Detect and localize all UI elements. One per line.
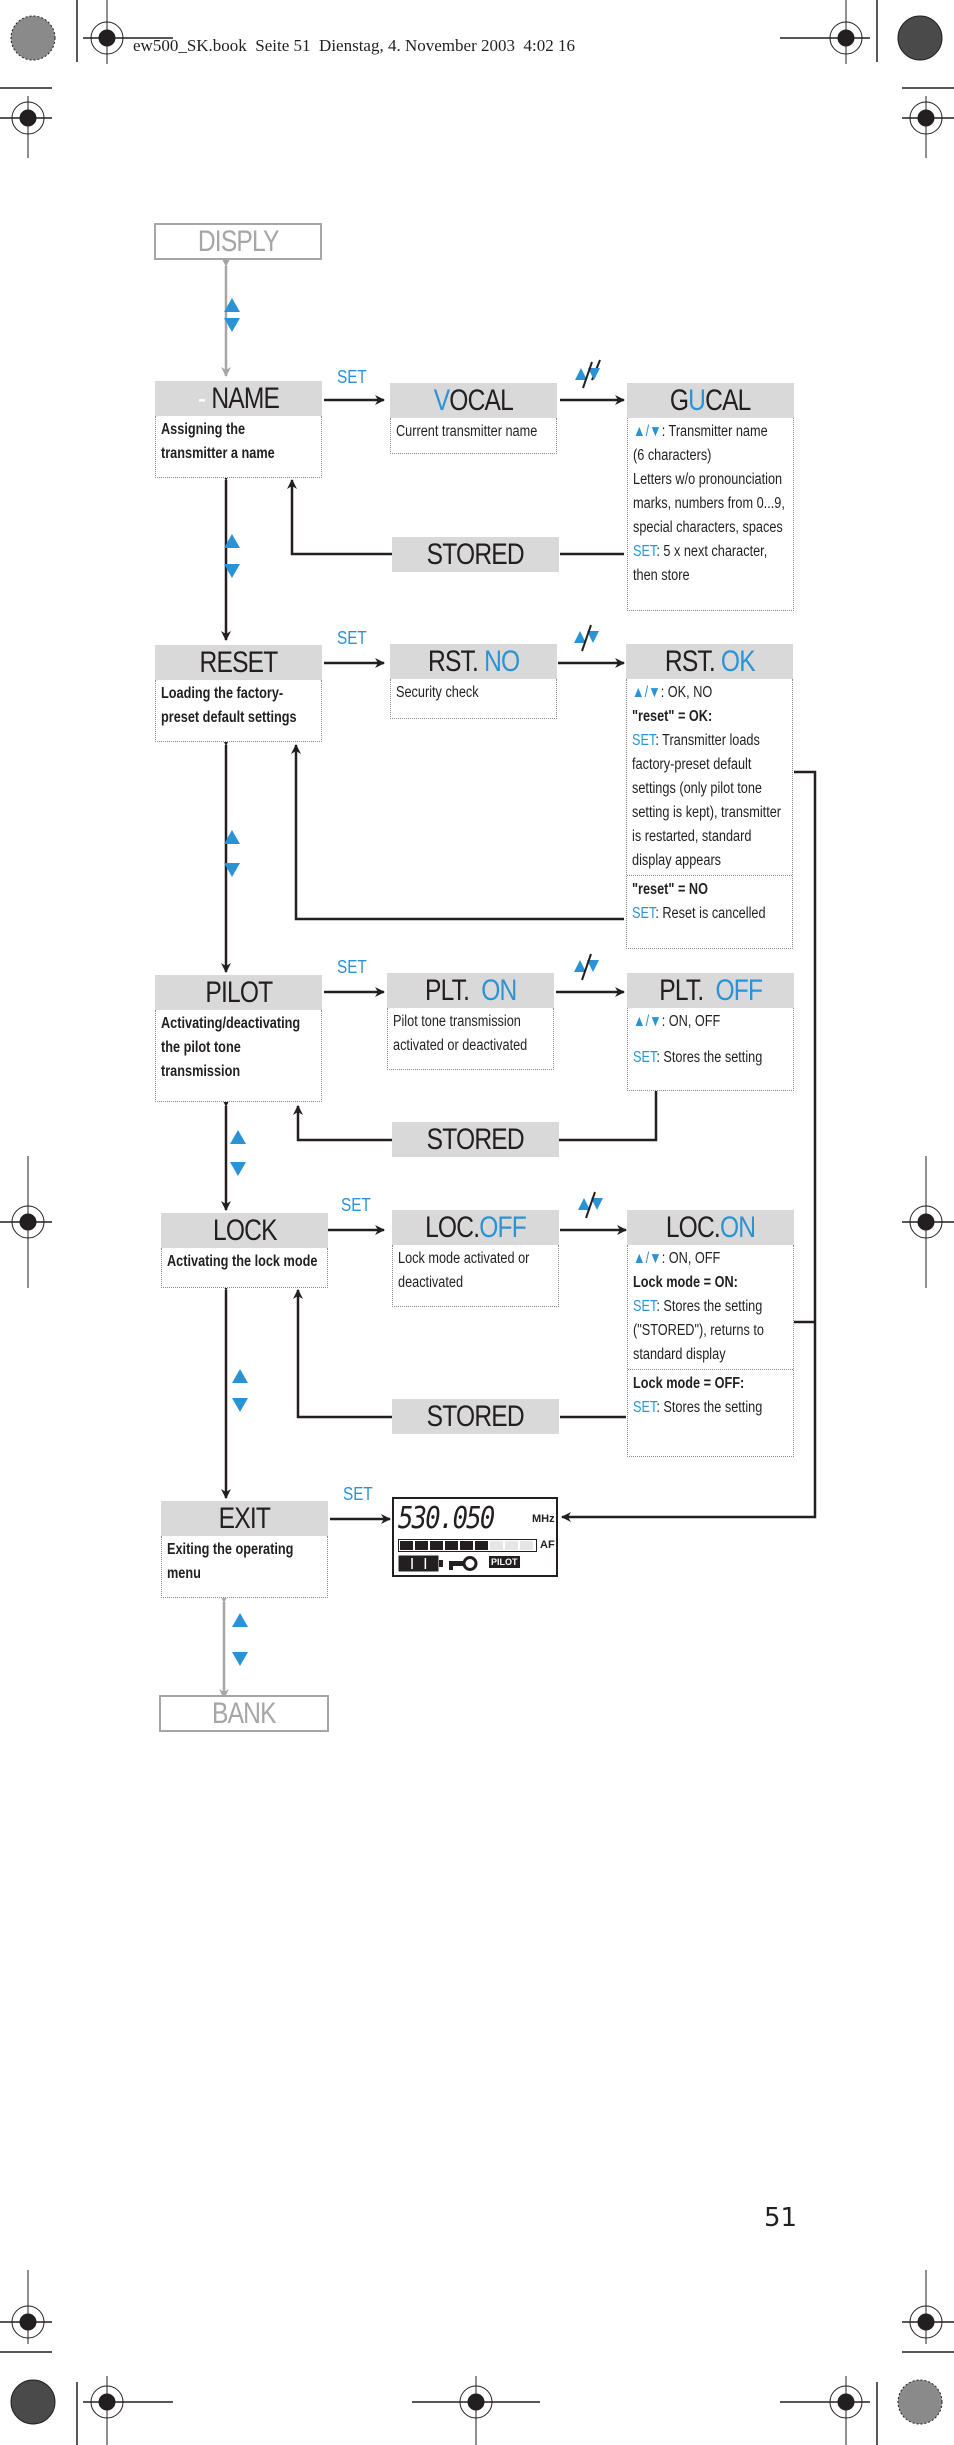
reset-step2-description: ▲/▼: OK, NO "reset" = OK: SET: Transmitt…: [626, 679, 793, 949]
arrow-pilot-stored-back: [293, 1105, 392, 1142]
af-segment: [415, 1541, 428, 1550]
up-triangle-icon: [230, 1130, 246, 1144]
exit-description: Exiting the operating menu: [161, 1536, 328, 1598]
set-label: SET: [337, 628, 367, 648]
name-step2-description: ▲/▼: Transmitter name (6 characters) Let…: [627, 418, 794, 611]
af-segment: [400, 1541, 413, 1550]
down-triangle-icon: [230, 1162, 246, 1176]
frequency-unit: MHz: [532, 1513, 555, 1525]
name-description: Assigning the transmitter a name: [155, 416, 322, 478]
af-segment: [490, 1541, 503, 1550]
standard-display: 530.050 MHz AF PILOT: [392, 1497, 558, 1577]
moire-disc-icon: [10, 2379, 56, 2425]
af-segment: [445, 1541, 458, 1550]
af-segment: [430, 1541, 443, 1550]
battery-segment-gap: [424, 1558, 427, 1569]
name-step1-description: Current transmitter name: [390, 418, 557, 454]
af-segment: [520, 1541, 533, 1550]
lock-stored: STORED: [392, 1399, 559, 1434]
menu-item-lock: LOCK: [161, 1213, 328, 1248]
name-step-vocal: VOCAL: [390, 383, 557, 418]
set-label: SET: [337, 367, 367, 387]
moire-disc-icon: [897, 15, 943, 61]
pilot-step-plt-off: PLT. OFF: [627, 973, 794, 1008]
pilot-step2-description: ▲/▼: ON, OFF SET: Stores the setting: [627, 1008, 794, 1091]
reset-step1-description: Security check: [390, 679, 557, 719]
af-segment: [475, 1541, 488, 1550]
af-label: AF: [540, 1539, 555, 1551]
pilot-step-plt-on: PLT. ON: [387, 973, 554, 1008]
af-segment: [505, 1541, 518, 1550]
lock-description: Activating the lock mode: [161, 1248, 328, 1288]
battery-segment-gap: [411, 1558, 413, 1569]
starburst-disc-icon: [10, 15, 56, 61]
arrow-reset-no-back: [291, 744, 624, 921]
updown-transition-symbols: [574, 361, 603, 1219]
menu-item-reset: RESET: [155, 645, 322, 680]
lock-step2-description: ▲/▼: ON, OFF Lock mode = ON: SET: Stores…: [627, 1245, 794, 1457]
lock-step1-description: Lock mode activated or deactivated: [392, 1245, 559, 1307]
menu-item-pilot: PILOT: [155, 975, 322, 1010]
up-triangle-icon: [232, 1369, 248, 1383]
arrow-lock-stored-back: [293, 1289, 392, 1419]
pilot-description: Activating/deactivating the pilot tone t…: [155, 1010, 322, 1102]
reset-step-rst-ok: RST. OK: [626, 644, 793, 679]
menu-item-next-bank: BANK: [159, 1695, 329, 1732]
pilot-stored: STORED: [392, 1122, 559, 1157]
af-level-meter: [398, 1539, 537, 1552]
menu-item-name: - NAME: [155, 381, 322, 416]
lock-step-loc-off: LOC.OFF: [392, 1210, 559, 1245]
up-triangle-icon: [232, 1613, 248, 1627]
battery-icon: [398, 1555, 443, 1572]
key-icon: [449, 1556, 478, 1571]
pilot-step1-description: Pilot tone transmission activated or dea…: [387, 1008, 554, 1070]
reset-description: Loading the factory- preset default sett…: [155, 680, 322, 742]
pilot-badge: PILOT: [489, 1556, 520, 1568]
frequency-readout: 530.050: [398, 1501, 495, 1536]
af-segment: [460, 1541, 473, 1550]
menu-item-prev-disply: DISPLY: [154, 223, 322, 260]
down-triangle-icon: [232, 1652, 248, 1666]
status-icons: [398, 1555, 478, 1572]
line-plt-off-stored: [558, 1091, 658, 1142]
down-triangle-icon: [232, 1398, 248, 1412]
set-label: SET: [343, 1484, 373, 1504]
name-step-gucal: GUCAL: [627, 383, 794, 418]
updown-icon: ▲/▼: [633, 423, 662, 440]
menu-item-exit: EXIT: [161, 1501, 328, 1536]
lock-step-loc-on: LOC.ON: [627, 1210, 794, 1245]
set-label: SET: [341, 1195, 371, 1215]
arrow-name-stored-back: [287, 479, 392, 556]
name-stored: STORED: [392, 537, 559, 572]
set-label: SET: [337, 957, 367, 977]
starburst-disc-icon: [897, 2379, 943, 2425]
reset-step-rst-no: RST. NO: [390, 644, 557, 679]
